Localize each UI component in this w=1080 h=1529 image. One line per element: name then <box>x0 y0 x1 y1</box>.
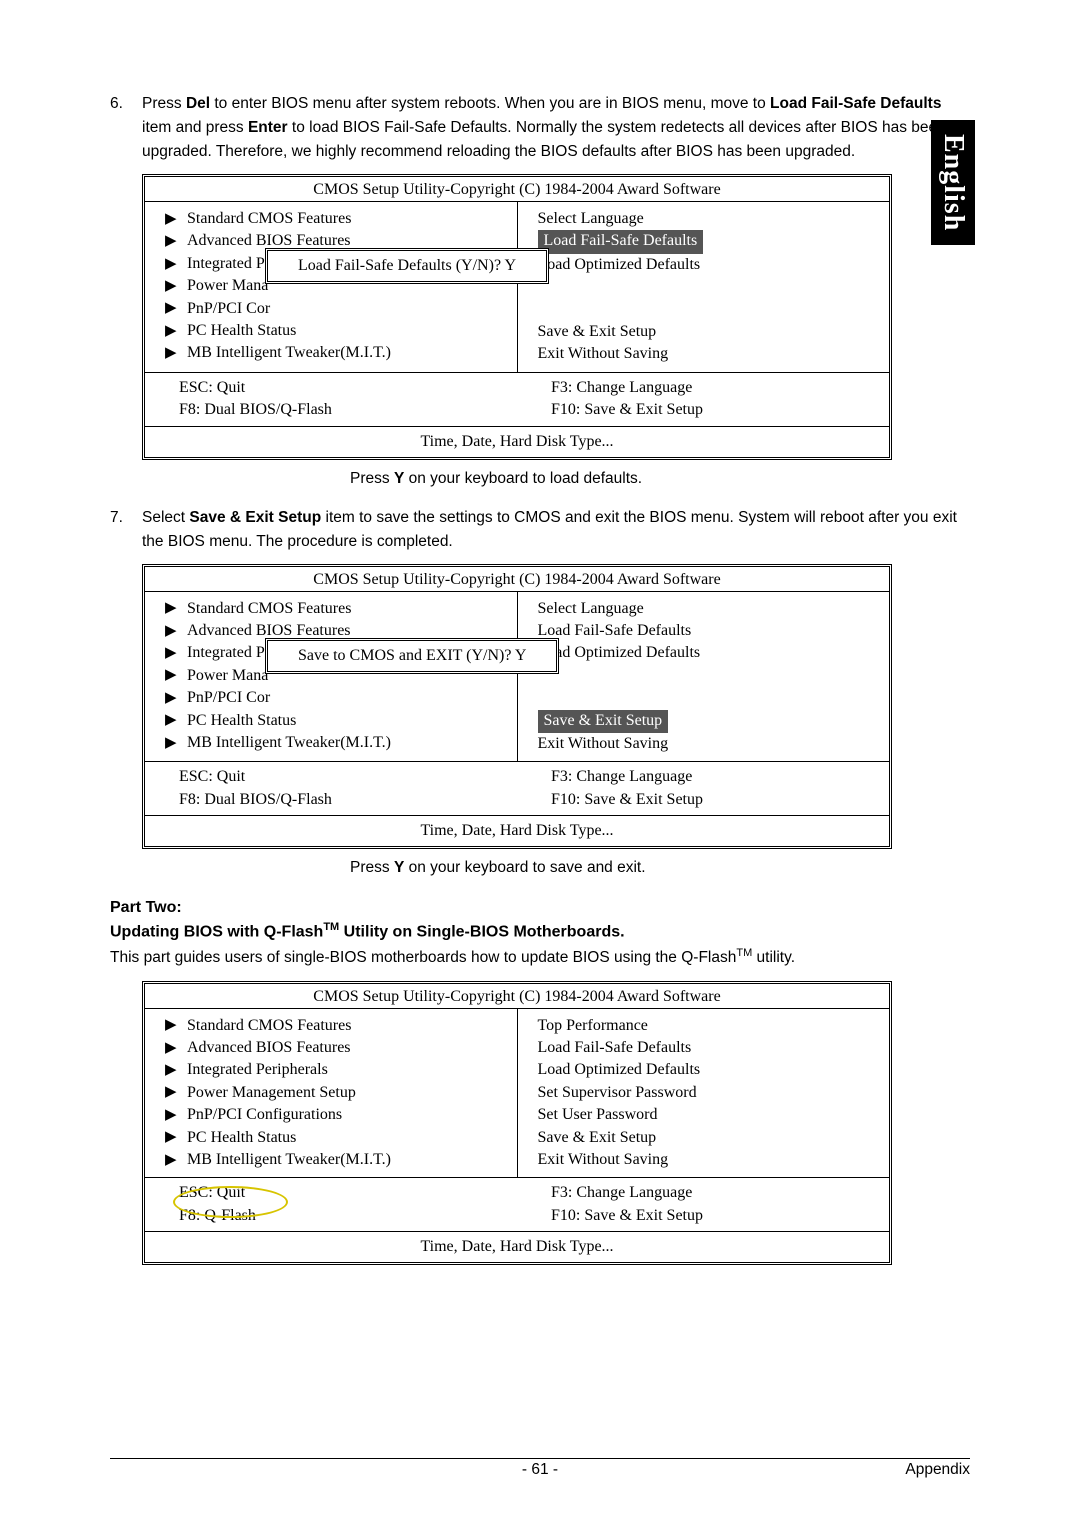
bios-screenshot-1: CMOS Setup Utility-Copyright (C) 1984-20… <box>142 174 892 460</box>
highlighted-item: Load Fail-Safe Defaults <box>538 230 704 253</box>
chevron-right-icon: ▶ <box>165 1150 187 1171</box>
part-two-subheading: Updating BIOS with Q-FlashTM Utility on … <box>110 921 970 941</box>
chevron-right-icon: ▶ <box>165 665 187 686</box>
chevron-right-icon: ▶ <box>165 209 187 230</box>
step-text: Select Save & Exit Setup item to save th… <box>142 506 970 554</box>
chevron-right-icon: ▶ <box>165 1127 187 1148</box>
chevron-right-icon: ▶ <box>165 1015 187 1036</box>
bios-hint: Time, Date, Hard Disk Type... <box>145 816 889 846</box>
bios-hint: Time, Date, Hard Disk Type... <box>145 427 889 457</box>
chevron-right-icon: ▶ <box>165 254 187 275</box>
chevron-right-icon: ▶ <box>165 710 187 731</box>
bios-footer-keys: ESC: Quit F8: Dual BIOS/Q-Flash F3: Chan… <box>145 373 889 427</box>
step-6: 6. Press Del to enter BIOS menu after sy… <box>110 92 970 164</box>
part-two-heading: Part Two: <box>110 899 970 917</box>
chevron-right-icon: ▶ <box>165 733 187 754</box>
bios-left-menu: ▶Standard CMOS Features ▶Advanced BIOS F… <box>145 202 518 372</box>
step-list: 7. Select Save & Exit Setup item to save… <box>110 506 970 554</box>
chevron-right-icon: ▶ <box>165 1105 187 1126</box>
step-list: 6. Press Del to enter BIOS menu after sy… <box>110 92 970 164</box>
part-two-paragraph: This part guides users of single-BIOS mo… <box>110 945 970 970</box>
bios-dialog: Save to CMOS and EXIT (Y/N)? Y <box>265 638 559 674</box>
language-tab: English <box>931 120 975 245</box>
page-content: 6. Press Del to enter BIOS menu after sy… <box>110 92 970 1265</box>
caption-2: Press Y on your keyboard to save and exi… <box>350 859 970 877</box>
chevron-right-icon: ▶ <box>165 1038 187 1059</box>
step-number: 7. <box>110 506 142 554</box>
bios-title: CMOS Setup Utility-Copyright (C) 1984-20… <box>145 984 889 1009</box>
chevron-right-icon: ▶ <box>165 621 187 642</box>
bios-left-menu: ▶Standard CMOS Features ▶Advanced BIOS F… <box>145 1009 518 1178</box>
bios-title: CMOS Setup Utility-Copyright (C) 1984-20… <box>145 177 889 202</box>
bios-screenshot-3: CMOS Setup Utility-Copyright (C) 1984-20… <box>142 981 892 1266</box>
bios-left-menu: ▶Standard CMOS Features ▶Advanced BIOS F… <box>145 592 518 762</box>
bios-right-menu: Top Performance Load Fail-Safe Defaults … <box>518 1009 890 1178</box>
bios-hint: Time, Date, Hard Disk Type... <box>145 1232 889 1262</box>
chevron-right-icon: ▶ <box>165 1082 187 1103</box>
chevron-right-icon: ▶ <box>165 231 187 252</box>
chevron-right-icon: ▶ <box>165 321 187 342</box>
bios-right-menu: Select Language Load Fail-Safe Defaults … <box>518 592 890 762</box>
chevron-right-icon: ▶ <box>165 643 187 664</box>
caption-1: Press Y on your keyboard to load default… <box>350 470 970 488</box>
chevron-right-icon: ▶ <box>165 276 187 297</box>
page-number: - 61 - <box>110 1461 970 1479</box>
step-number: 6. <box>110 92 142 164</box>
chevron-right-icon: ▶ <box>165 688 187 709</box>
chevron-right-icon: ▶ <box>165 343 187 364</box>
bios-right-menu: Select Language Load Fail-Safe Defaults … <box>518 202 890 372</box>
chevron-right-icon: ▶ <box>165 298 187 319</box>
highlighted-item: Save & Exit Setup <box>538 710 669 733</box>
bios-footer-keys: ESC: Quit F8: Dual BIOS/Q-Flash F3: Chan… <box>145 762 889 816</box>
bios-footer-keys: ESC: Quit F8: Q-Flash F3: Change Languag… <box>145 1178 889 1232</box>
bios-title: CMOS Setup Utility-Copyright (C) 1984-20… <box>145 567 889 592</box>
chevron-right-icon: ▶ <box>165 598 187 619</box>
page-footer: - 61 - Appendix <box>110 1458 970 1479</box>
step-text: Press Del to enter BIOS menu after syste… <box>142 92 970 164</box>
bios-dialog: Load Fail-Safe Defaults (Y/N)? Y <box>265 248 549 284</box>
step-7: 7. Select Save & Exit Setup item to save… <box>110 506 970 554</box>
chevron-right-icon: ▶ <box>165 1060 187 1081</box>
bios-screenshot-2: CMOS Setup Utility-Copyright (C) 1984-20… <box>142 564 892 850</box>
